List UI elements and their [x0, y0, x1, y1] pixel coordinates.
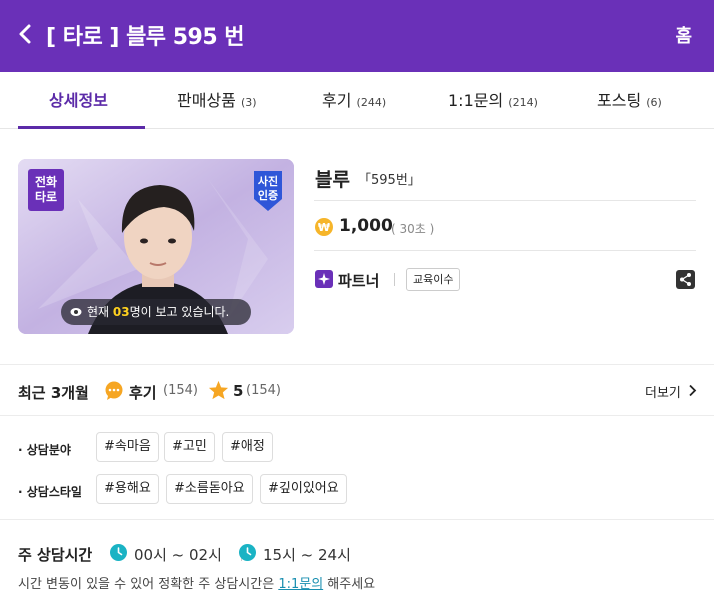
phone-tarot-badge-text: 전화 타로 [34, 175, 58, 204]
review-period-label: 최근 3개월 [18, 384, 89, 402]
field-tag[interactable]: #속마음 [96, 432, 159, 462]
viewers-count: 03 [112, 305, 130, 319]
price-unit: ( 30초 ) [391, 222, 435, 236]
tab-count: (244) [356, 96, 387, 109]
viewers-prefix: 현재 [87, 305, 113, 319]
top-app-bar: [ 타로 ] 블루 595 번 홈 [0, 0, 714, 72]
phone-tarot-badge: 전화 타로 [28, 169, 64, 211]
tab-count: (214) [508, 96, 538, 109]
hours-slot-1: 00시 ~ 02시 [134, 546, 222, 564]
review-count: (154) [163, 383, 198, 398]
review-summary: 최근 3개월 후기 (154) 5 (154) 더보기 [0, 365, 714, 416]
tab-inquiry[interactable]: 1:1문의 (214) [448, 72, 538, 129]
page-title: [ 타로 ] 블루 595 번 [46, 25, 245, 50]
field-label: · 상담분야 [18, 443, 71, 457]
counselor-name: 블루 [315, 169, 350, 191]
tab-count: (3) [240, 96, 257, 109]
tab-label: 1:1문의 [448, 91, 504, 110]
tab-label: 포스팅 [597, 91, 642, 110]
tab-reviews[interactable]: 후기 (244) [322, 72, 386, 129]
tab-details[interactable]: 상세정보 [49, 72, 108, 129]
home-button[interactable]: 홈 [675, 22, 692, 48]
inquiry-link[interactable]: 1:1문의 [278, 577, 323, 592]
style-tag[interactable]: #소름돋아요 [166, 474, 253, 504]
specialty-tags-section: · 상담분야 #속마음 #고민 #애정 · 상담스타일 #용해요 #소름돋아요 … [0, 416, 714, 520]
counselor-number: 「595번」 [358, 173, 421, 188]
speech-bubble-icon [105, 381, 123, 400]
rating-value: 5 [233, 382, 244, 400]
tab-label: 후기 [322, 91, 352, 110]
note-suffix: 해주세요 [323, 577, 376, 592]
partner-star-icon [315, 270, 333, 288]
divider [314, 200, 696, 201]
tab-bar: 상세정보 판매상품 (3) 후기 (244) 1:1문의 (214) 포스팅 (… [0, 72, 714, 129]
photo-verified-badge-text: 사진 인증 [257, 175, 279, 202]
hours-title: 주 상담시간 [18, 546, 93, 564]
review-word: 후기 [129, 384, 157, 402]
coin-icon: ₩ [315, 218, 333, 236]
clock-icon [110, 544, 127, 561]
field-tag[interactable]: #애정 [222, 432, 273, 462]
more-link[interactable]: 더보기 [645, 382, 681, 401]
hours-note: 시간 변동이 있을 수 있어 정확한 주 상담시간은 1:1문의 해주세요 [18, 573, 375, 592]
svg-text:₩: ₩ [318, 221, 330, 234]
education-badge: 교육이수 [406, 268, 461, 291]
style-tag[interactable]: #용해요 [96, 474, 159, 504]
viewers-indicator: 현재 03명이 보고 있습니다. [61, 299, 251, 325]
style-label: · 상담스타일 [18, 485, 82, 499]
hours-slot-2: 15시 ~ 24시 [263, 546, 351, 564]
chevron-right-icon[interactable] [688, 384, 697, 397]
divider [394, 273, 395, 286]
eye-icon [70, 308, 82, 316]
photo-verified-badge: 사진 인증 [252, 169, 284, 213]
rating-count: (154) [246, 383, 281, 398]
counselor-photo[interactable]: 전화 타로 사진 인증 현재 03명이 보고 있습니다. [18, 159, 294, 334]
tab-label: 판매상품 [177, 91, 236, 110]
tab-label: 상세정보 [49, 91, 108, 110]
profile-section: 전화 타로 사진 인증 현재 03명이 보고 있습니다. 블루 「595번」 ₩… [0, 129, 714, 365]
partner-label: 파트너 [338, 272, 380, 290]
consult-hours-section: 주 상담시간 00시 ~ 02시 15시 ~ 24시 시간 변동이 있을 수 있… [0, 520, 714, 609]
tab-products[interactable]: 판매상품 (3) [177, 72, 257, 129]
divider [314, 250, 696, 251]
note-prefix: 시간 변동이 있을 수 있어 정확한 주 상담시간은 [18, 577, 279, 592]
star-icon [208, 380, 229, 400]
viewers-suffix: 명이 보고 있습니다. [129, 305, 230, 319]
tab-posting[interactable]: 포스팅 (6) [597, 72, 662, 129]
share-icon[interactable] [676, 270, 695, 289]
clock-icon [239, 544, 256, 561]
field-tag[interactable]: #고민 [164, 432, 215, 462]
tab-count: (6) [646, 96, 662, 109]
style-tag[interactable]: #깊이있어요 [260, 474, 347, 504]
back-arrow-icon[interactable] [14, 22, 38, 46]
price-value: 1,000 [339, 216, 393, 236]
